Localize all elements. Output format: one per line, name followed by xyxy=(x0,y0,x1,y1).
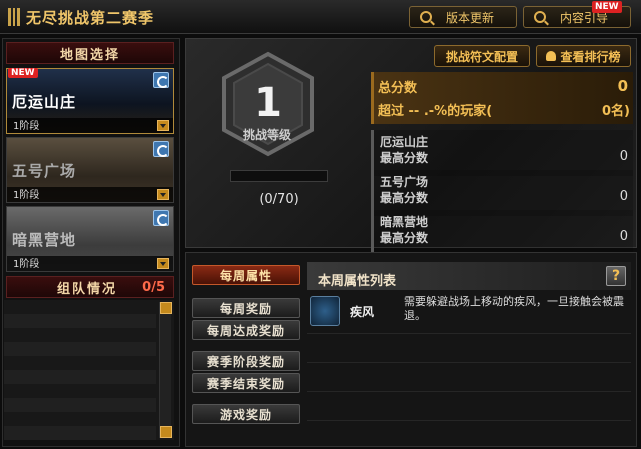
map-name: 厄运山庄 xyxy=(12,93,77,111)
new-badge: NEW xyxy=(8,68,38,78)
list-row xyxy=(4,398,156,412)
divider xyxy=(307,391,631,392)
divider xyxy=(307,333,631,334)
team-status-label: 组队情况 xyxy=(57,281,118,297)
team-scrollbar[interactable] xyxy=(159,302,172,438)
map-type-icon xyxy=(153,141,169,157)
map-score-label: 最高分数 xyxy=(380,151,429,165)
divider xyxy=(307,420,631,421)
help-icon[interactable]: ? xyxy=(606,266,626,286)
map-name: 暗黑营地 xyxy=(12,231,77,249)
map-type-icon xyxy=(153,72,169,88)
tab-season-end-rewards[interactable]: 赛季结束奖励 xyxy=(192,373,300,393)
map-score-value: 0 xyxy=(619,189,628,204)
list-row xyxy=(4,370,156,384)
map-score-name: 五号广场 xyxy=(380,175,429,189)
trophy-icon xyxy=(546,51,557,61)
list-row xyxy=(4,426,156,440)
tab-weekly-attributes[interactable]: 每周属性 xyxy=(192,265,300,285)
list-row xyxy=(4,342,156,356)
view-ranking-label: 查看排行榜 xyxy=(560,49,621,64)
search-icon xyxy=(534,11,546,23)
search-icon xyxy=(420,11,432,23)
rune-config-button[interactable]: 挑战符文配置 xyxy=(434,45,530,67)
map-score-value: 0 xyxy=(619,229,628,244)
rank-progress-text: (0/70) xyxy=(259,192,299,207)
map-score-label: 最高分数 xyxy=(380,231,429,245)
map-score-label: 最高分数 xyxy=(380,191,429,205)
map-stage: 1阶段 xyxy=(13,121,40,132)
attribute-description: 需要躲避战场上移动的疾风，一旦接触会被震退。 xyxy=(404,295,624,322)
map-card-anhei[interactable]: 暗黑营地 1阶段 xyxy=(6,206,174,272)
list-row xyxy=(4,314,156,328)
rank-progress-bar xyxy=(230,170,328,182)
version-update-label: 版本更新 xyxy=(446,10,495,25)
total-score-label: 总分数 xyxy=(378,81,418,96)
map-score-name: 厄运山庄 xyxy=(380,135,429,149)
map-type-icon xyxy=(153,210,169,226)
map-stage: 1阶段 xyxy=(13,190,40,201)
rank-emblem-icon: 1 xyxy=(222,51,314,157)
scroll-up-icon[interactable] xyxy=(160,302,172,314)
map-stage: 1阶段 xyxy=(13,259,40,270)
tab-game-rewards[interactable]: 游戏奖励 xyxy=(192,404,300,424)
version-update-button[interactable]: 版本更新 xyxy=(409,6,517,28)
rank-level: 1 xyxy=(254,80,282,126)
tab-weekly-rewards[interactable]: 每周奖励 xyxy=(192,298,300,318)
divider xyxy=(307,362,631,363)
map-score-value: 0 xyxy=(619,149,628,164)
page-title: 无尽挑战第二赛季 xyxy=(26,9,155,27)
map-score-name: 暗黑营地 xyxy=(380,215,429,229)
exceed-label: 超过 -- .-%的玩家( xyxy=(378,104,493,119)
attribute-name: 疾风 xyxy=(350,305,375,319)
tab-season-stage-rewards[interactable]: 赛季阶段奖励 xyxy=(192,351,300,371)
team-status-header: 组队情况 0/5 xyxy=(6,276,174,298)
rank-caption: 挑战等级 xyxy=(242,128,291,142)
exceed-value: 0名) xyxy=(602,104,630,119)
tab-weekly-achievement-rewards[interactable]: 每周达成奖励 xyxy=(192,320,300,340)
chevron-down-icon[interactable] xyxy=(157,189,169,200)
chevron-down-icon[interactable] xyxy=(157,120,169,131)
chevron-down-icon[interactable] xyxy=(157,258,169,269)
team-list xyxy=(4,300,174,440)
map-select-header: 地图选择 xyxy=(6,42,174,64)
total-score-value: 0 xyxy=(617,77,628,95)
wind-icon xyxy=(310,296,340,326)
map-name: 五号广场 xyxy=(12,162,77,180)
map-card-wuhao[interactable]: 五号广场 1阶段 xyxy=(6,137,174,203)
title-decoration-icon xyxy=(8,8,21,26)
scroll-down-icon[interactable] xyxy=(160,426,172,438)
team-count: 0/5 xyxy=(142,279,165,295)
view-ranking-button[interactable]: 查看排行榜 xyxy=(536,45,631,67)
new-badge: NEW xyxy=(592,1,622,13)
weekly-attributes-title: 本周属性列表 xyxy=(318,274,397,289)
